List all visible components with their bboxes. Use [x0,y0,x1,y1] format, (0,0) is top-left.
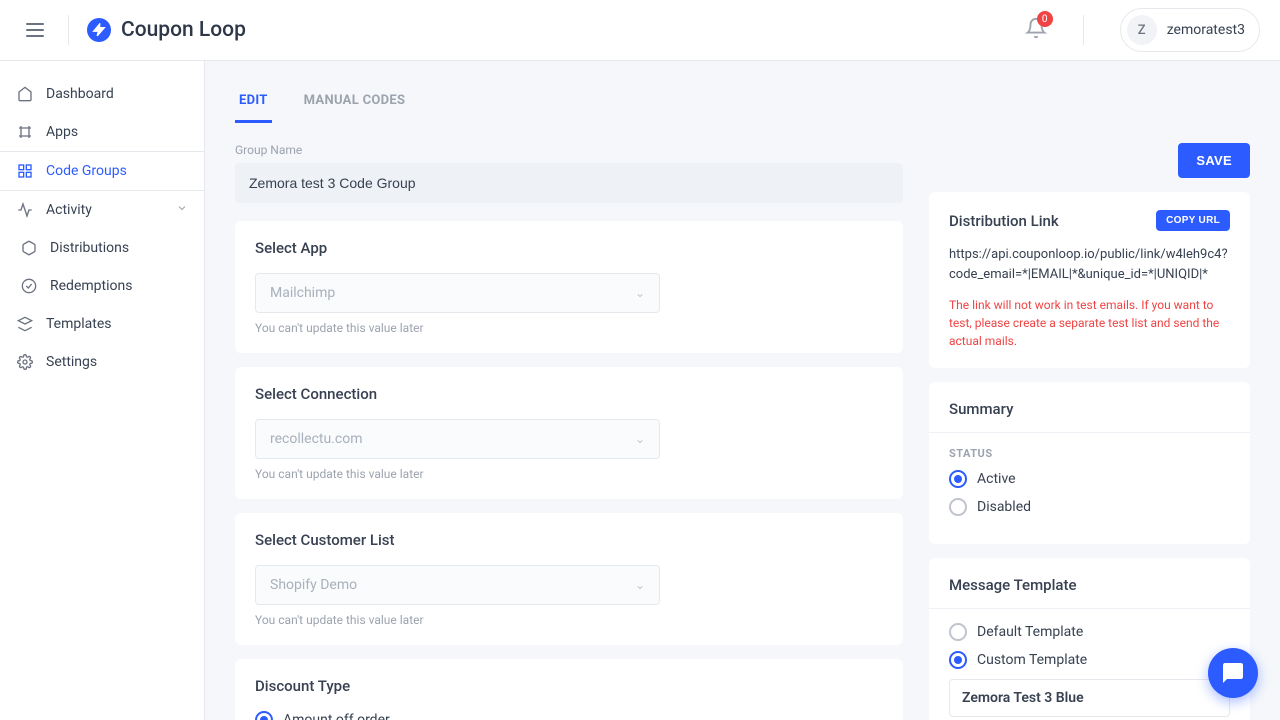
card-title: Message Template [949,576,1230,594]
chevron-down-icon: ⌄ [635,286,645,300]
layers-icon [16,315,34,333]
select-app: Mailchimp ⌄ [255,273,660,313]
home-icon [16,85,34,103]
user-name: zemoratest3 [1167,22,1245,38]
radio-custom-template[interactable]: Custom Template [949,651,1230,669]
divider [1083,15,1084,45]
sidebar-item-dashboard[interactable]: Dashboard [0,75,204,113]
sidebar-item-label: Apps [46,124,78,140]
card-title: Select Connection [255,385,883,403]
helper-text: You can't update this value later [255,613,883,627]
sidebar-item-activity[interactable]: Activity [0,191,204,229]
package-icon [20,239,38,257]
select-customer-list: Shopify Demo ⌄ [255,565,660,605]
sidebar-item-label: Code Groups [46,163,127,179]
chevron-down-icon: ⌄ [635,578,645,592]
notification-badge: 0 [1037,11,1053,27]
radio-label: Amount off order [283,712,390,720]
sidebar: Dashboard Apps Code Groups Activity Dist… [0,61,205,720]
copy-url-button[interactable]: COPY URL [1156,210,1230,231]
group-name-label: Group Name [235,143,903,157]
chat-icon [1221,661,1245,685]
radio-default-template[interactable]: Default Template [949,623,1230,641]
radio-icon [949,623,967,641]
sidebar-item-label: Settings [46,354,97,370]
apps-icon [16,123,34,141]
radio-icon [949,498,967,516]
sidebar-item-label: Redemptions [50,278,132,294]
chat-button[interactable] [1208,648,1258,698]
card-title: Distribution Link [949,212,1059,230]
radio-label: Custom Template [977,652,1087,668]
tab-manual-codes[interactable]: MANUAL CODES [300,85,410,123]
check-circle-icon [20,277,38,295]
grid-icon [16,162,34,180]
divider [68,15,69,45]
save-button[interactable]: SAVE [1178,143,1250,178]
template-name: Zemora Test 3 Blue [962,690,1217,706]
main-content: EDIT MANUAL CODES Group Name Select App … [205,61,1280,720]
radio-status-active[interactable]: Active [949,470,1230,488]
distribution-url: https://api.couponloop.io/public/link/w4… [949,245,1230,284]
card-select-app: Select App Mailchimp ⌄ You can't update … [235,221,903,353]
sidebar-item-distributions[interactable]: Distributions [0,229,204,267]
card-title: Summary [949,400,1230,418]
activity-icon [16,201,34,219]
helper-text: You can't update this value later [255,321,883,335]
sidebar-item-redemptions[interactable]: Redemptions [0,267,204,305]
group-name-input[interactable] [235,163,903,203]
card-distribution-link: Distribution Link COPY URL https://api.c… [929,192,1250,368]
card-discount-type: Discount Type Amount off order [235,659,903,720]
radio-status-disabled[interactable]: Disabled [949,498,1230,516]
card-title: Discount Type [255,677,883,695]
logo[interactable]: Coupon Loop [87,18,246,42]
tab-edit[interactable]: EDIT [235,85,272,123]
user-menu[interactable]: Z zemoratest3 [1120,8,1260,52]
sidebar-item-code-groups[interactable]: Code Groups [0,151,204,191]
card-title: Select Customer List [255,531,883,549]
select-value: Shopify Demo [270,577,357,593]
card-summary: Summary STATUS Active Disabled [929,382,1250,544]
selected-template[interactable]: Zemora Test 3 Blue [949,679,1230,717]
card-title: Select App [255,239,883,257]
chevron-down-icon [176,202,188,218]
radio-label: Active [977,471,1016,487]
radio-icon [255,711,273,720]
select-value: Mailchimp [270,285,335,301]
avatar: Z [1127,15,1157,45]
card-message-template: Message Template Default Template Custom… [929,558,1250,720]
logo-icon [87,18,111,42]
notifications-button[interactable]: 0 [1025,17,1047,43]
sidebar-item-settings[interactable]: Settings [0,343,204,381]
select-value: recollectu.com [270,431,363,447]
menu-toggle[interactable] [20,17,50,43]
radio-amount-off-order[interactable]: Amount off order [255,711,883,720]
radio-label: Disabled [977,499,1031,515]
radio-icon [949,651,967,669]
chevron-down-icon: ⌄ [635,432,645,446]
sidebar-item-label: Activity [46,202,92,218]
card-select-customer-list: Select Customer List Shopify Demo ⌄ You … [235,513,903,645]
brand-name: Coupon Loop [121,18,246,42]
tabs: EDIT MANUAL CODES [235,85,1250,123]
gear-icon [16,353,34,371]
helper-text: You can't update this value later [255,467,883,481]
radio-icon [949,470,967,488]
warning-text: The link will not work in test emails. I… [949,296,1230,350]
sidebar-item-templates[interactable]: Templates [0,305,204,343]
sidebar-item-label: Distributions [50,240,129,256]
sidebar-item-apps[interactable]: Apps [0,113,204,151]
status-label: STATUS [949,447,1230,460]
sidebar-item-label: Templates [46,316,112,332]
sidebar-item-label: Dashboard [46,86,114,102]
topbar: Coupon Loop 0 Z zemoratest3 [0,0,1280,61]
divider [929,432,1250,433]
card-select-connection: Select Connection recollectu.com ⌄ You c… [235,367,903,499]
select-connection: recollectu.com ⌄ [255,419,660,459]
divider [929,608,1250,609]
radio-label: Default Template [977,624,1083,640]
